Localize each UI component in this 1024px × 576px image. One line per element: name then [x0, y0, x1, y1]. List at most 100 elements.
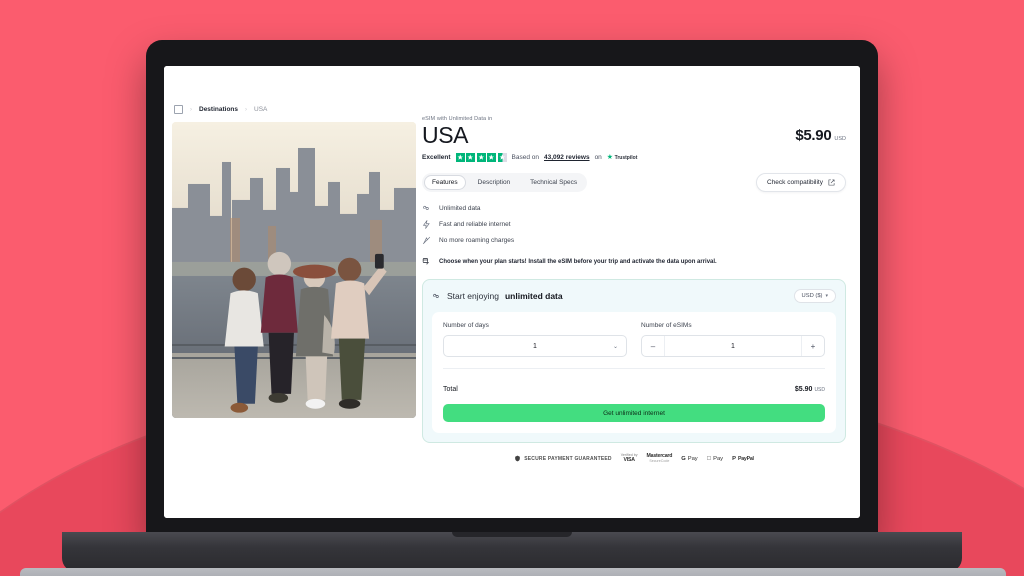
hero-image	[172, 122, 416, 418]
number-of-esims-stepper: – 1 +	[641, 335, 825, 358]
secure-payment-guarantee: SECURE PAYMENT GUARANTEED	[514, 455, 612, 462]
purchase-panel-title: Start enjoying unlimited data	[432, 291, 563, 301]
laptop-mockup: › Destinations › USA eSIM with Unlimited…	[20, 40, 1006, 576]
purchase-title-prefix: Start enjoying	[447, 291, 499, 302]
tab-technical-specs[interactable]: Technical Specs	[522, 175, 585, 190]
currency-selector-label: USD ($)	[801, 293, 823, 300]
feature-label-fast-internet: Fast and reliable internet	[439, 221, 511, 229]
group-of-friends-graphic	[224, 252, 387, 414]
number-of-days-select[interactable]: 1 ⌄	[443, 335, 627, 358]
home-icon[interactable]	[174, 105, 183, 114]
visa-badge: Verified by VISA	[621, 453, 638, 463]
screenshot-stage: › Destinations › USA eSIM with Unlimited…	[0, 0, 1024, 576]
trustpilot-rating: Excellent Based on 43,092 reviews on ★ T…	[422, 153, 846, 163]
total-label: Total	[443, 386, 458, 394]
rating-stars	[455, 153, 507, 163]
review-on-text: on	[594, 154, 602, 162]
purchase-panel: Start enjoying unlimited data USD ($) ▾	[422, 279, 846, 444]
star-icon-4	[487, 153, 497, 163]
plan-start-notice: Choose when your plan starts! Install th…	[422, 257, 846, 266]
secure-payment-text: SECURE PAYMENT GUARANTEED	[524, 455, 612, 462]
tab-features[interactable]: Features	[424, 175, 466, 191]
payment-methods-row: SECURE PAYMENT GUARANTEED Verified by VI…	[422, 453, 846, 468]
google-pay-label: Pay	[687, 455, 698, 462]
number-of-esims-value: 1	[731, 342, 735, 350]
tabs-and-actions-row: Features Description Technical Specs Che…	[422, 173, 846, 193]
currency-selector[interactable]: USD ($) ▾	[793, 289, 836, 304]
number-of-days-field: Number of days 1 ⌄	[443, 322, 627, 358]
product-eyebrow: eSIM with Unlimited Data in	[422, 116, 493, 122]
external-link-icon	[828, 179, 835, 186]
laptop-lid: › Destinations › USA eSIM with Unlimited…	[146, 40, 878, 538]
mastercard-badge-sub: SecureCode	[649, 458, 670, 463]
review-prefix: Based on	[511, 154, 540, 162]
reviews-link[interactable]: 43,092 reviews	[544, 154, 590, 161]
apple-pay-badge:  Pay	[707, 456, 723, 462]
total-currency: USD	[814, 387, 825, 394]
page-title: USA	[422, 122, 469, 148]
product-content: eSIM with Unlimited Data in USA $5.90 US…	[422, 116, 846, 468]
trustpilot-star-icon: ★	[606, 154, 614, 162]
bolt-icon	[422, 220, 431, 230]
get-unlimited-internet-button[interactable]: Get unlimited internet	[443, 404, 825, 423]
total-row: Total $5.90 USD	[443, 378, 825, 396]
breadcrumb: › Destinations › USA	[174, 105, 267, 114]
visa-badge-bottom: VISA	[623, 456, 635, 463]
tab-bar: Features Description Technical Specs	[422, 173, 588, 193]
total-value: $5.90	[794, 386, 813, 394]
purchase-panel-header: Start enjoying unlimited data USD ($) ▾	[432, 289, 836, 304]
purchase-fields: Number of days 1 ⌄ Number of eSIMs – 1 +	[443, 322, 825, 358]
star-icon-3	[476, 153, 486, 163]
breadcrumb-separator-1: ›	[190, 106, 192, 113]
mastercard-badge: Mastercard SecureCode	[647, 453, 673, 463]
chevron-down-icon-currency: ▾	[825, 293, 828, 300]
plan-start-notice-text: Choose when your plan starts! Install th…	[439, 258, 717, 265]
trustpilot-name: Trustpilot	[614, 154, 638, 161]
laptop-screen: › Destinations › USA eSIM with Unlimited…	[164, 66, 860, 518]
star-icon-5-half	[497, 153, 507, 163]
breadcrumb-separator-2: ›	[245, 106, 248, 113]
google-pay-mark: G	[681, 455, 686, 462]
card-divider	[443, 368, 825, 370]
feature-item-unlimited-data: Unlimited data	[422, 204, 846, 213]
increment-esims-button[interactable]: +	[802, 342, 824, 351]
shield-check-icon	[515, 455, 521, 462]
feature-label-no-roaming: No more roaming charges	[439, 237, 515, 245]
no-roaming-icon	[422, 236, 431, 245]
features-list: Unlimited data Fast and reliable interne…	[422, 204, 846, 245]
number-of-esims-field: Number of eSIMs – 1 +	[641, 322, 825, 358]
webpage: › Destinations › USA eSIM with Unlimited…	[164, 66, 860, 518]
total-value-group: $5.90 USD	[795, 378, 825, 396]
purchase-title-strong: unlimited data	[504, 291, 563, 302]
star-icon-2	[466, 153, 476, 163]
check-compatibility-button[interactable]: Check compatibility	[756, 173, 846, 193]
chevron-down-icon-days: ⌄	[612, 343, 618, 350]
number-of-days-value: 1	[533, 342, 537, 350]
price-amount: $5.90	[795, 127, 832, 145]
feature-label-unlimited-data: Unlimited data	[439, 205, 481, 213]
apple-logo-icon: 	[707, 456, 711, 462]
product-price: $5.90 USD	[795, 127, 846, 147]
number-of-esims-label: Number of eSIMs	[641, 322, 692, 330]
price-currency: USD	[834, 136, 846, 143]
tab-description[interactable]: Description	[470, 175, 519, 190]
paypal-mark: P	[729, 455, 736, 462]
laptop-base-edge	[62, 532, 962, 572]
decrement-esims-button[interactable]: –	[642, 342, 664, 351]
title-and-price-row: USA $5.90 USD	[422, 123, 846, 147]
google-pay-badge: G Pay	[681, 456, 698, 462]
paypal-label: PayPal	[735, 455, 754, 462]
check-compatibility-label: Check compatibility	[767, 179, 823, 187]
apple-pay-label: Pay	[710, 455, 723, 462]
number-of-days-label: Number of days	[443, 322, 489, 330]
feature-item-fast-internet: Fast and reliable internet	[422, 220, 846, 230]
feature-item-no-roaming: No more roaming charges	[422, 236, 846, 245]
paypal-badge: P PayPal	[732, 456, 754, 462]
trustpilot-logo[interactable]: ★ Trustpilot	[607, 154, 638, 161]
calendar-hand-icon	[422, 257, 431, 266]
infinity-icon-panel	[432, 292, 441, 301]
star-icon-1	[455, 153, 465, 163]
purchase-card: Number of days 1 ⌄ Number of eSIMs – 1 +…	[432, 312, 836, 434]
breadcrumb-item-destinations[interactable]: Destinations	[199, 106, 238, 113]
infinity-icon	[422, 204, 431, 213]
